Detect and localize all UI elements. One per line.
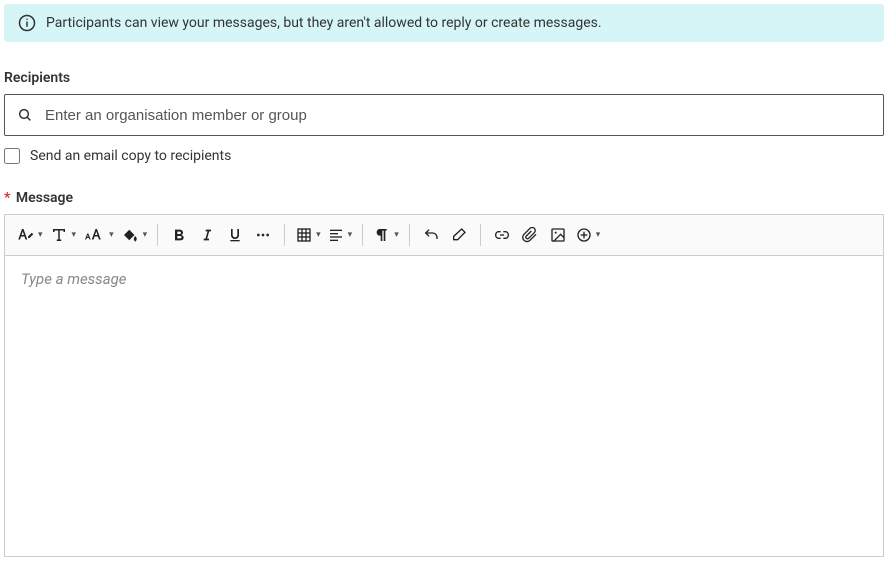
bold-button[interactable] [166, 221, 192, 249]
underline-button[interactable] [222, 221, 248, 249]
info-icon [18, 14, 36, 32]
clear-formatting-button[interactable] [446, 221, 472, 249]
link-button[interactable] [489, 221, 515, 249]
rich-text-editor: ▾ ▾ ▾ ▾ [4, 214, 884, 557]
font-family-button[interactable]: ▾ [47, 221, 79, 249]
align-button[interactable]: ▾ [325, 221, 355, 249]
toolbar-separator [362, 224, 363, 246]
search-icon [17, 107, 33, 123]
chevron-down-icon: ▾ [72, 231, 77, 240]
info-banner-text: Participants can view your messages, but… [46, 15, 602, 31]
italic-button[interactable] [194, 221, 220, 249]
more-formatting-button[interactable] [250, 221, 276, 249]
editor-toolbar: ▾ ▾ ▾ ▾ [5, 215, 883, 256]
info-banner: Participants can view your messages, but… [4, 4, 884, 42]
chevron-down-icon: ▾ [109, 231, 114, 240]
toolbar-separator [480, 224, 481, 246]
recipients-search-wrap[interactable] [4, 94, 884, 136]
toolbar-separator [409, 224, 410, 246]
styles-button[interactable]: ▾ [13, 221, 45, 249]
chevron-down-icon: ▾ [596, 231, 601, 240]
message-label: Message [16, 190, 73, 206]
chevron-down-icon: ▾ [38, 231, 43, 240]
chevron-down-icon: ▾ [348, 231, 353, 240]
email-copy-checkbox[interactable] [4, 148, 20, 164]
chevron-down-icon: ▾ [143, 231, 148, 240]
message-textarea[interactable]: Type a message [5, 256, 883, 556]
toolbar-separator [157, 224, 158, 246]
recipients-label: Recipients [4, 70, 884, 86]
message-label-row: * Message [4, 190, 884, 206]
undo-button[interactable] [418, 221, 444, 249]
toolbar-separator [284, 224, 285, 246]
attachment-button[interactable] [517, 221, 543, 249]
text-color-button[interactable]: ▾ [118, 221, 150, 249]
insert-button[interactable]: ▾ [573, 221, 603, 249]
email-copy-row: Send an email copy to recipients [4, 148, 884, 164]
recipients-input[interactable] [43, 106, 871, 125]
font-size-button[interactable]: ▾ [80, 221, 116, 249]
paragraph-button[interactable]: ▾ [371, 221, 401, 249]
table-button[interactable]: ▾ [293, 221, 323, 249]
chevron-down-icon: ▾ [394, 231, 399, 240]
chevron-down-icon: ▾ [316, 231, 321, 240]
email-copy-label[interactable]: Send an email copy to recipients [30, 148, 231, 164]
required-mark: * [4, 190, 10, 206]
image-button[interactable] [545, 221, 571, 249]
